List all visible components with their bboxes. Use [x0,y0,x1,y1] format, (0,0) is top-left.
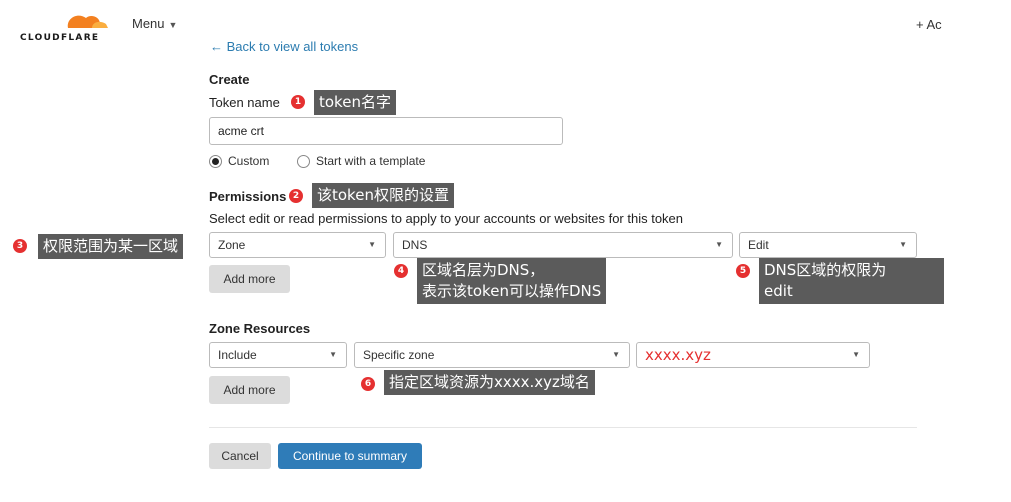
chevron-down-icon: ▼ [612,350,620,359]
add-more-permissions-button[interactable]: Add more [209,265,290,293]
annotation-badge-4: 4 [394,264,408,278]
annotation-5: DNS区域的权限为 edit [759,258,944,304]
permission-scope-select[interactable]: Zone ▼ [209,232,386,258]
menu-button[interactable]: Menu ▼ [132,16,177,31]
chevron-down-icon: ▼ [329,350,337,359]
radio-selected-icon [209,154,222,168]
permissions-heading: Permissions [209,189,287,204]
token-name-input[interactable]: acme crt [209,117,563,145]
annotation-4: 区域名层为DNS， 表示该token可以操作DNS [417,258,607,304]
include-value: Include [218,348,257,362]
top-bar: CLOUDFLARE Menu ▼ + Ac [0,0,1011,50]
annotation-6: 指定区域资源为xxxx.xyz域名 [384,370,595,395]
add-button[interactable]: + Ac [916,17,942,32]
zone-type-select[interactable]: Specific zone ▼ [354,342,630,368]
zone-type-value: Specific zone [363,348,435,362]
annotation-badge-5: 5 [736,264,750,278]
zone-domain-select[interactable]: xxxx.xyz ▼ [636,342,870,368]
radio-template-label: Start with a template [316,154,426,168]
add-more-zone-button[interactable]: Add more [209,376,290,404]
chevron-down-icon: ▼ [852,350,860,359]
permission-access-select[interactable]: Edit ▼ [739,232,917,258]
annotation-5-line1: DNS区域的权限为 [764,261,887,279]
annotation-5-line2: edit [764,282,793,300]
annotation-4-line2: 表示该token可以操作DNS [422,282,602,300]
token-name-label: Token name [209,95,280,110]
continue-to-summary-button[interactable]: Continue to summary [278,443,422,469]
back-to-tokens-link[interactable]: ← Back to view all tokens [210,39,358,54]
annotation-1: token名字 [314,90,396,115]
annotation-badge-1: 1 [291,95,305,109]
annotation-badge-6: 6 [361,377,375,391]
caret-down-icon: ▼ [168,20,178,30]
radio-custom[interactable]: Custom [209,154,269,168]
cloudflare-logo[interactable]: CLOUDFLARE [20,6,110,44]
zone-resources-heading: Zone Resources [209,321,311,336]
annotation-2: 该token权限的设置 [312,183,454,208]
resource-value: DNS [402,238,428,252]
chevron-down-icon: ▼ [715,240,723,249]
chevron-down-icon: ▼ [899,240,907,249]
create-heading: Create [209,72,250,87]
radio-template[interactable]: Start with a template [297,154,425,168]
logo-wordmark: CLOUDFLARE [20,33,100,43]
scope-value: Zone [218,238,246,252]
permission-resource-select[interactable]: DNS ▼ [393,232,733,258]
access-value: Edit [748,238,769,252]
menu-label: Menu [132,16,165,31]
annotation-3: 权限范围为某一区域 [38,234,184,259]
annotation-badge-2: 2 [289,189,303,203]
chevron-down-icon: ▼ [368,240,376,249]
annotation-badge-3: 3 [13,239,27,253]
cancel-button[interactable]: Cancel [209,443,271,469]
domain-value: xxxx.xyz [645,346,711,364]
radio-custom-label: Custom [228,154,270,168]
cloud-icon [67,15,108,28]
permissions-description: Select edit or read permissions to apply… [209,211,684,226]
radio-unselected-icon [297,154,310,168]
divider [209,427,917,428]
include-select[interactable]: Include ▼ [209,342,347,368]
annotation-4-line1: 区域名层为DNS， [422,261,545,279]
